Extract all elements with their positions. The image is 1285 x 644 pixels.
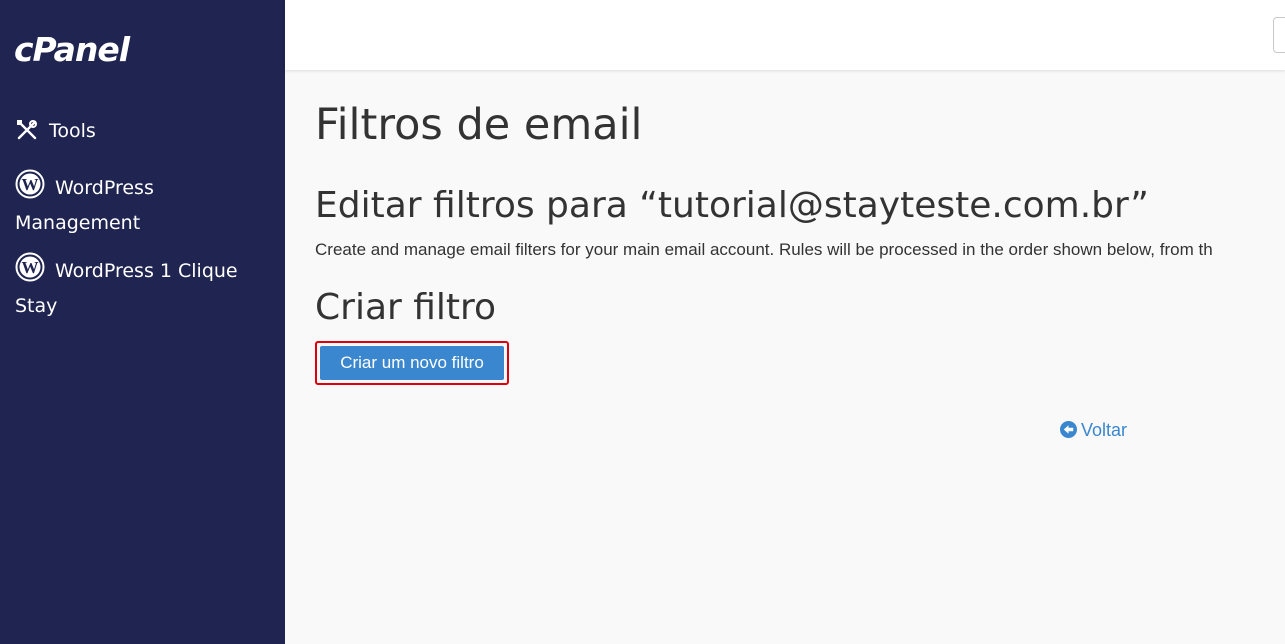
page-title: Filtros de email [315,100,643,150]
top-bar-control[interactable] [1273,17,1285,53]
top-bar [285,0,1285,70]
arrow-left-circle-icon [1060,421,1077,443]
svg-text:W: W [22,175,39,194]
svg-text:W: W [22,258,39,277]
section-title: Criar filtro [315,287,497,328]
create-filter-button[interactable]: Criar um novo filtro [320,346,504,380]
sidebar-item-wordpress-management[interactable]: W WordPress Management [15,169,270,238]
sidebar-item-wordpress-1-clique-stay[interactable]: W WordPress 1 Clique Stay [15,252,270,321]
highlight-box: Criar um novo filtro [315,341,509,385]
tools-icon [15,118,39,151]
back-link-label: Voltar [1081,420,1128,440]
sidebar-item-tools[interactable]: Tools [15,116,270,151]
cpanel-logo[interactable]: cPanel [14,30,130,69]
sidebar: cPanel Tools W WordPress Management W Wo… [0,0,285,644]
wordpress-icon: W [15,252,45,291]
back-link[interactable]: Voltar [1060,420,1127,443]
sidebar-item-label: Tools [49,120,96,142]
wordpress-icon: W [15,169,45,208]
sidebar-item-label: WordPress 1 Clique Stay [15,260,238,317]
subtitle: Editar filtros para “tutorial@stayteste.… [315,185,1149,226]
description: Create and manage email filters for your… [315,240,1213,259]
